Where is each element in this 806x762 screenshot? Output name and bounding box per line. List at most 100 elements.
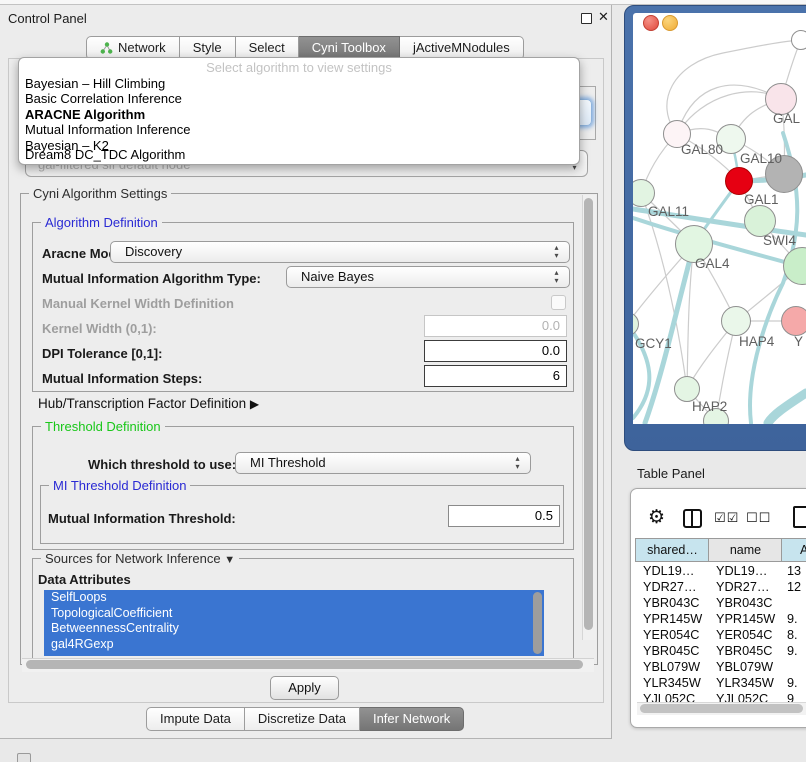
tab-discretize-data[interactable]: Discretize Data	[245, 707, 360, 731]
control-panel-title: Control Panel	[8, 11, 87, 26]
table-cell[interactable]: 13	[787, 563, 806, 579]
stepper-arrows-icon: ▴▾	[552, 244, 561, 260]
mi-type-combobox[interactable]: Naive Bayes ▴▾	[286, 266, 570, 288]
mi-threshold-field[interactable]: 0.5	[448, 505, 560, 527]
data-attributes-list: SelfLoops TopologicalCoefficient Between…	[44, 590, 544, 656]
table-cell[interactable]: 8.	[787, 627, 806, 643]
data-attributes-label: Data Attributes	[38, 572, 131, 587]
table-hscrollbar-thumb[interactable]	[640, 704, 803, 713]
column-header-shared[interactable]: shared…	[635, 538, 709, 562]
table-cell[interactable]: YDR27…	[716, 579, 780, 595]
network-icon	[100, 39, 113, 51]
node-label: HAP2	[692, 399, 727, 414]
node-gal1-red[interactable]	[725, 167, 753, 195]
node-unlabeled[interactable]	[791, 30, 806, 50]
table-cell[interactable]: 9.	[787, 611, 806, 627]
which-threshold-combobox[interactable]: MI Threshold ▴▾	[235, 452, 531, 474]
table-cell[interactable]: YER054C	[716, 627, 780, 643]
aracne-mode-combobox[interactable]: Discovery ▴▾	[110, 241, 570, 263]
algorithm-option[interactable]: Dream8 DC_TDC Algorithm	[25, 147, 570, 162]
table-cell[interactable]: YBR045C	[716, 643, 780, 659]
table-cell[interactable]: YBR043C	[643, 595, 707, 611]
tab-network-label: Network	[118, 40, 166, 55]
mi-type-value: Naive Bayes	[301, 269, 374, 284]
gear-icon[interactable]: ⚙	[648, 506, 665, 529]
table-panel-title: Table Panel	[637, 466, 705, 481]
table-cell[interactable]: YBR043C	[716, 595, 780, 611]
node-label: GAL10	[740, 151, 782, 166]
table-cell[interactable]: 12	[787, 579, 806, 595]
table-cell[interactable]: YDL19…	[643, 563, 707, 579]
network-canvas[interactable]: GAL GAL80 GAL10 GAL1 GAL11 SWI4 GAL4 GCY…	[633, 13, 806, 424]
settings-scrollbar-thumb[interactable]	[584, 198, 593, 630]
attribute-item-selected[interactable]: SelfLoops	[44, 590, 544, 606]
algorithm-option[interactable]: Mutual Information Inference	[25, 122, 570, 137]
algorithm-definition-title: Algorithm Definition	[41, 215, 162, 230]
table-cell[interactable]: YPR145W	[643, 611, 707, 627]
checked-checkboxes-icon[interactable]: ☑☑	[714, 510, 739, 526]
hub-definition-label: Hub/Transcription Factor Definition	[38, 396, 246, 411]
node-pink[interactable]	[781, 306, 806, 336]
table-cell[interactable]: YBR045C	[643, 643, 707, 659]
mi-threshold-label: Mutual Information Threshold:	[48, 511, 236, 526]
table-cell[interactable]: YLR345W	[716, 675, 780, 691]
unchecked-checkboxes-icon[interactable]: ☐☐	[746, 510, 771, 526]
mi-threshold-group-title: MI Threshold Definition	[49, 478, 190, 493]
table-cell[interactable]: 9	[787, 691, 806, 702]
table-cell[interactable]: YDR27…	[643, 579, 707, 595]
tab-infer-network[interactable]: Infer Network	[360, 707, 464, 731]
list-scrollbar-thumb[interactable]	[533, 592, 542, 654]
close-icon[interactable]: ✕	[598, 9, 609, 25]
algorithm-option-selected[interactable]: ARACNE Algorithm	[25, 107, 570, 122]
node-label: GAL1	[744, 192, 779, 207]
node-label: GAL	[773, 111, 800, 126]
algorithm-dropdown-popup: Select algorithm to view settings Bayesi…	[18, 57, 580, 165]
expander-right-arrow-icon: ▶	[250, 397, 259, 411]
hub-definition-expander[interactable]: Hub/Transcription Factor Definition ▶	[38, 396, 259, 411]
dpi-tolerance-label: DPI Tolerance [0,1]:	[42, 346, 162, 361]
kernel-width-field[interactable]: 0.0	[424, 315, 567, 337]
attribute-item-selected[interactable]: BetweennessCentrality	[44, 621, 544, 637]
dropdown-prompt: Select algorithm to view settings	[19, 60, 579, 75]
node-label: GAL80	[681, 142, 723, 157]
algorithm-option[interactable]: Bayesian – Hill Climbing	[25, 76, 570, 91]
which-threshold-value: MI Threshold	[250, 455, 326, 470]
node-hap4[interactable]	[721, 306, 751, 336]
node-label: GCY1	[635, 336, 672, 351]
columns-icon[interactable]	[683, 509, 702, 528]
sources-title: Sources for Network Inference ▼	[41, 551, 239, 566]
mi-type-label: Mutual Information Algorithm Type:	[42, 271, 261, 286]
dpi-tolerance-field[interactable]: 0.0	[424, 340, 567, 362]
column-header-name[interactable]: name	[708, 538, 782, 562]
window-grip-icon[interactable]	[17, 753, 31, 762]
float-window-icon[interactable]	[581, 13, 592, 24]
column-header-partial[interactable]: A	[781, 538, 806, 562]
apply-button[interactable]: Apply	[270, 676, 339, 700]
table-cell[interactable]: YPR145W	[716, 611, 780, 627]
node-label: GAL11	[648, 204, 689, 219]
node-label: GAL4	[695, 256, 730, 271]
table-cell[interactable]: YBL079W	[643, 659, 707, 675]
manual-kernel-label: Manual Kernel Width Definition	[42, 296, 234, 311]
stepper-arrows-icon: ▴▾	[552, 269, 561, 285]
manual-kernel-checkbox[interactable]	[551, 295, 566, 310]
algorithm-option[interactable]: Basic Correlation Inference	[25, 91, 570, 106]
attribute-item-selected[interactable]: TopologicalCoefficient	[44, 606, 544, 622]
which-threshold-label: Which threshold to use:	[88, 457, 236, 472]
kernel-width-label: Kernel Width (0,1):	[42, 321, 157, 336]
table-cell[interactable]: YER054C	[643, 627, 707, 643]
table-cell[interactable]: YBL079W	[716, 659, 780, 675]
tab-impute-data[interactable]: Impute Data	[146, 707, 245, 731]
table-cell[interactable]: YDL19…	[716, 563, 780, 579]
aracne-mode-value: Discovery	[125, 244, 182, 259]
stepper-arrows-icon: ▴▾	[513, 455, 522, 471]
table-cell[interactable]: 9.	[787, 675, 806, 691]
table-cell[interactable]: YJL052C	[716, 691, 780, 702]
settings-hscrollbar-thumb[interactable]	[26, 660, 583, 669]
table-cell[interactable]: YJL052C	[643, 691, 707, 702]
document-icon[interactable]	[793, 506, 806, 528]
table-cell[interactable]: 9.	[787, 643, 806, 659]
attribute-item-selected[interactable]: gal4RGexp	[44, 637, 544, 653]
table-cell[interactable]: YLR345W	[643, 675, 707, 691]
mi-steps-field[interactable]: 6	[424, 365, 567, 387]
